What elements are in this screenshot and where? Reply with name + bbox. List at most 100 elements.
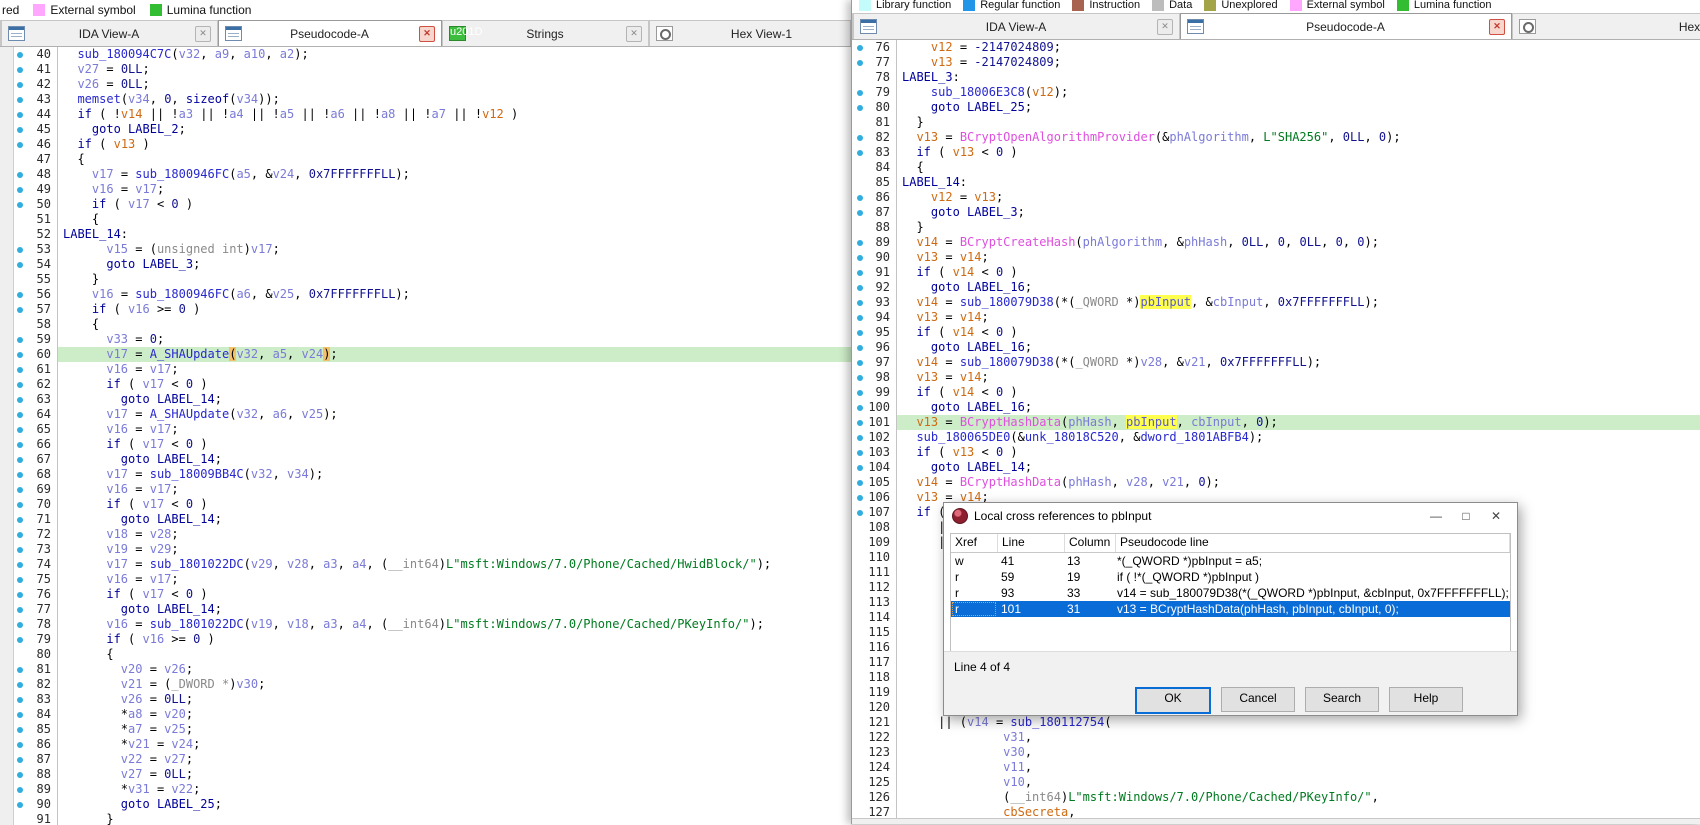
code-line[interactable]: 71 goto LABEL_14; bbox=[0, 512, 851, 527]
line-cell[interactable]: 59 bbox=[997, 569, 1063, 585]
tab-pseudocode-a[interactable]: Pseudocode-A✕ bbox=[218, 20, 442, 46]
code-text[interactable]: { bbox=[58, 317, 851, 332]
code-text[interactable]: v16 = sub_1801022DC(v19, v18, a3, a4, (_… bbox=[58, 617, 851, 632]
code-text[interactable]: v19 = v29; bbox=[58, 542, 851, 557]
code-line[interactable]: 52LABEL_14: bbox=[0, 227, 851, 242]
code-text[interactable]: v13 = v14; bbox=[897, 250, 1700, 265]
code-line[interactable]: 75 v16 = v17; bbox=[0, 572, 851, 587]
code-text[interactable]: v26 = 0LL; bbox=[58, 77, 851, 92]
code-line[interactable]: 40 sub_180094C7C(v32, a9, a10, a2); bbox=[0, 47, 851, 62]
xref-row[interactable]: r10131 v13 = BCryptHashData(phHash, pbIn… bbox=[951, 601, 1510, 617]
code-line[interactable]: 45 goto LABEL_2; bbox=[0, 122, 851, 137]
column-header-column[interactable]: Column bbox=[1065, 534, 1116, 552]
code-line[interactable]: 99 if ( v14 < 0 ) bbox=[852, 385, 1700, 400]
code-text[interactable]: LABEL_14: bbox=[897, 175, 1700, 190]
code-line[interactable]: 93 v14 = sub_180079D38(*(_QWORD *)pbInpu… bbox=[852, 295, 1700, 310]
line-cell[interactable]: 101 bbox=[997, 601, 1063, 617]
code-text[interactable]: if ( v14 < 0 ) bbox=[897, 265, 1700, 280]
code-line[interactable]: 89 *v31 = v22; bbox=[0, 782, 851, 797]
code-text[interactable]: sub_180065DE0(&unk_18018C520, &dword_180… bbox=[897, 430, 1700, 445]
column-header-pseudocode-line[interactable]: Pseudocode line bbox=[1116, 534, 1510, 552]
code-line[interactable]: 84 { bbox=[852, 160, 1700, 175]
code-line[interactable]: 104 goto LABEL_14; bbox=[852, 460, 1700, 475]
xref-table-header[interactable]: XrefLineColumnPseudocode line bbox=[951, 534, 1510, 553]
code-line[interactable]: 54 goto LABEL_3; bbox=[0, 257, 851, 272]
code-text[interactable]: v17 = sub_1801022DC(v29, v28, a3, a4, (_… bbox=[58, 557, 851, 572]
xref-table[interactable]: XrefLineColumnPseudocode line w4113 *(_Q… bbox=[950, 533, 1511, 653]
code-text[interactable]: v13 = BCryptOpenAlgorithmProvider(&phAlg… bbox=[897, 130, 1700, 145]
code-line[interactable]: 43 memset(v34, 0, sizeof(v34)); bbox=[0, 92, 851, 107]
code-line[interactable]: 76 v12 = -2147024809; bbox=[852, 40, 1700, 55]
code-line[interactable]: 74 v17 = sub_1801022DC(v29, v28, a3, a4,… bbox=[0, 557, 851, 572]
code-text[interactable]: if ( v17 < 0 ) bbox=[58, 437, 851, 452]
code-line[interactable]: 64 v17 = A_SHAUpdate(v32, a6, v25); bbox=[0, 407, 851, 422]
code-text[interactable]: v16 = v17; bbox=[58, 422, 851, 437]
code-text[interactable]: *v21 = v24; bbox=[58, 737, 851, 752]
code-line[interactable]: 100 goto LABEL_16; bbox=[852, 400, 1700, 415]
code-text[interactable]: v27 = 0LL; bbox=[58, 767, 851, 782]
code-text[interactable]: if ( v16 >= 0 ) bbox=[58, 632, 851, 647]
code-line[interactable]: 51 { bbox=[0, 212, 851, 227]
code-line[interactable]: 82 v13 = BCryptOpenAlgorithmProvider(&ph… bbox=[852, 130, 1700, 145]
code-text[interactable]: memset(v34, 0, sizeof(v34)); bbox=[58, 92, 851, 107]
code-text[interactable]: v13 = v14; bbox=[897, 370, 1700, 385]
code-text[interactable]: goto LABEL_14; bbox=[897, 460, 1700, 475]
code-line[interactable]: 98 v13 = v14; bbox=[852, 370, 1700, 385]
code-text[interactable]: v16 = v17; bbox=[58, 182, 851, 197]
code-text[interactable]: goto LABEL_16; bbox=[897, 280, 1700, 295]
code-line[interactable]: 56 v16 = sub_1800946FC(a6, &v25, 0x7FFFF… bbox=[0, 287, 851, 302]
navigation-band[interactable] bbox=[0, 47, 14, 825]
code-line[interactable]: 57 if ( v16 >= 0 ) bbox=[0, 302, 851, 317]
code-line[interactable]: 61 v16 = v17; bbox=[0, 362, 851, 377]
tab-close-icon[interactable]: ✕ bbox=[195, 26, 211, 42]
code-text[interactable]: v14 = sub_180079D38(*(_QWORD *)pbInput, … bbox=[897, 295, 1700, 310]
pseudocode-pane-left[interactable]: 40 sub_180094C7C(v32, a9, a10, a2);41 v2… bbox=[0, 47, 851, 825]
code-text[interactable]: v13 = v14; bbox=[897, 310, 1700, 325]
code-line[interactable]: 94 v13 = v14; bbox=[852, 310, 1700, 325]
tab-close-icon[interactable]: ✕ bbox=[419, 26, 435, 42]
code-line[interactable]: 89 v14 = BCryptCreateHash(phAlgorithm, &… bbox=[852, 235, 1700, 250]
tab-hex-view-1[interactable]: Hex View-1 bbox=[649, 20, 851, 46]
code-line[interactable]: 76 if ( v17 < 0 ) bbox=[0, 587, 851, 602]
column-header-xref[interactable]: Xref bbox=[951, 534, 998, 552]
code-line[interactable]: 77 v13 = -2147024809; bbox=[852, 55, 1700, 70]
code-text[interactable]: if ( v17 < 0 ) bbox=[58, 497, 851, 512]
code-line[interactable]: 77 goto LABEL_14; bbox=[0, 602, 851, 617]
code-line[interactable]: 44 if ( !v14 || !a3 || !a4 || !a5 || !a6… bbox=[0, 107, 851, 122]
code-text[interactable]: if ( v13 < 0 ) bbox=[897, 145, 1700, 160]
code-line[interactable]: 122 v31, bbox=[852, 730, 1700, 745]
tab-hex[interactable]: Hex bbox=[1512, 13, 1700, 39]
code-text[interactable]: goto LABEL_16; bbox=[897, 400, 1700, 415]
code-line[interactable]: 86 v12 = v13; bbox=[852, 190, 1700, 205]
code-text[interactable]: v27 = 0LL; bbox=[58, 62, 851, 77]
code-text[interactable]: if ( v17 < 0 ) bbox=[58, 377, 851, 392]
code-line[interactable]: 53 v15 = (unsigned int)v17; bbox=[0, 242, 851, 257]
code-line[interactable]: 92 goto LABEL_16; bbox=[852, 280, 1700, 295]
code-line[interactable]: 81 } bbox=[852, 115, 1700, 130]
code-text[interactable]: goto LABEL_16; bbox=[897, 340, 1700, 355]
code-text[interactable]: v11, bbox=[897, 760, 1700, 775]
code-line[interactable]: 103 if ( v13 < 0 ) bbox=[852, 445, 1700, 460]
line-cell[interactable]: 41 bbox=[997, 553, 1063, 569]
code-text[interactable]: v12 = v13; bbox=[897, 190, 1700, 205]
code-text[interactable]: v14 = BCryptCreateHash(phAlgorithm, &phH… bbox=[897, 235, 1700, 250]
code-text[interactable]: goto LABEL_25; bbox=[897, 100, 1700, 115]
code-line[interactable]: 79 if ( v16 >= 0 ) bbox=[0, 632, 851, 647]
code-text[interactable]: v15 = (unsigned int)v17; bbox=[58, 242, 851, 257]
code-line[interactable]: 91 if ( v14 < 0 ) bbox=[852, 265, 1700, 280]
code-text[interactable]: goto LABEL_14; bbox=[58, 452, 851, 467]
column-cell[interactable]: 13 bbox=[1063, 553, 1113, 569]
code-line[interactable]: 105 v14 = BCryptHashData(phHash, v28, v2… bbox=[852, 475, 1700, 490]
code-line[interactable]: 48 v17 = sub_1800946FC(a5, &v24, 0x7FFFF… bbox=[0, 167, 851, 182]
code-line[interactable]: 121 || (v14 = sub_180112754( bbox=[852, 715, 1700, 730]
code-line[interactable]: 101 v13 = BCryptHashData(phHash, pbInput… bbox=[852, 415, 1700, 430]
tab-strings[interactable]: Strings✕ bbox=[442, 20, 649, 46]
code-line[interactable]: 69 v16 = v17; bbox=[0, 482, 851, 497]
code-line[interactable]: 63 goto LABEL_14; bbox=[0, 392, 851, 407]
code-text[interactable]: v13 = -2147024809; bbox=[897, 55, 1700, 70]
code-text[interactable]: v22 = v27; bbox=[58, 752, 851, 767]
code-text[interactable]: LABEL_3: bbox=[897, 70, 1700, 85]
code-text[interactable]: } bbox=[58, 812, 851, 825]
cancel-button[interactable]: Cancel bbox=[1221, 687, 1295, 712]
code-text[interactable]: v26 = 0LL; bbox=[58, 692, 851, 707]
